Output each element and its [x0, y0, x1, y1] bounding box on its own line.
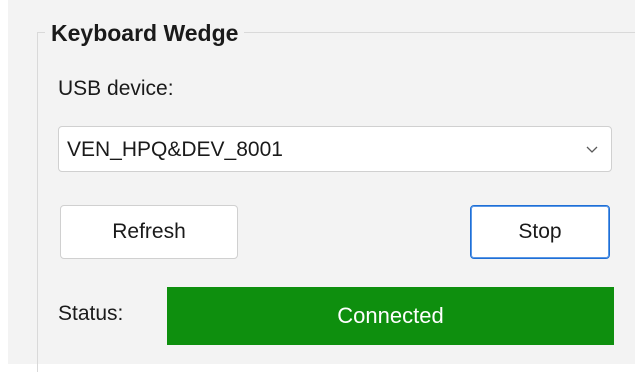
status-indicator: Connected — [167, 287, 614, 345]
usb-device-selected-value: VEN_HPQ&DEV_8001 — [67, 138, 283, 161]
refresh-button[interactable]: Refresh — [60, 205, 238, 259]
chevron-down-icon — [586, 146, 598, 153]
usb-device-dropdown[interactable]: VEN_HPQ&DEV_8001 — [58, 126, 612, 172]
usb-device-label: USB device: — [58, 77, 174, 100]
group-title: Keyboard Wedge — [45, 18, 245, 48]
status-label: Status: — [58, 302, 124, 325]
stop-button[interactable]: Stop — [470, 205, 610, 259]
